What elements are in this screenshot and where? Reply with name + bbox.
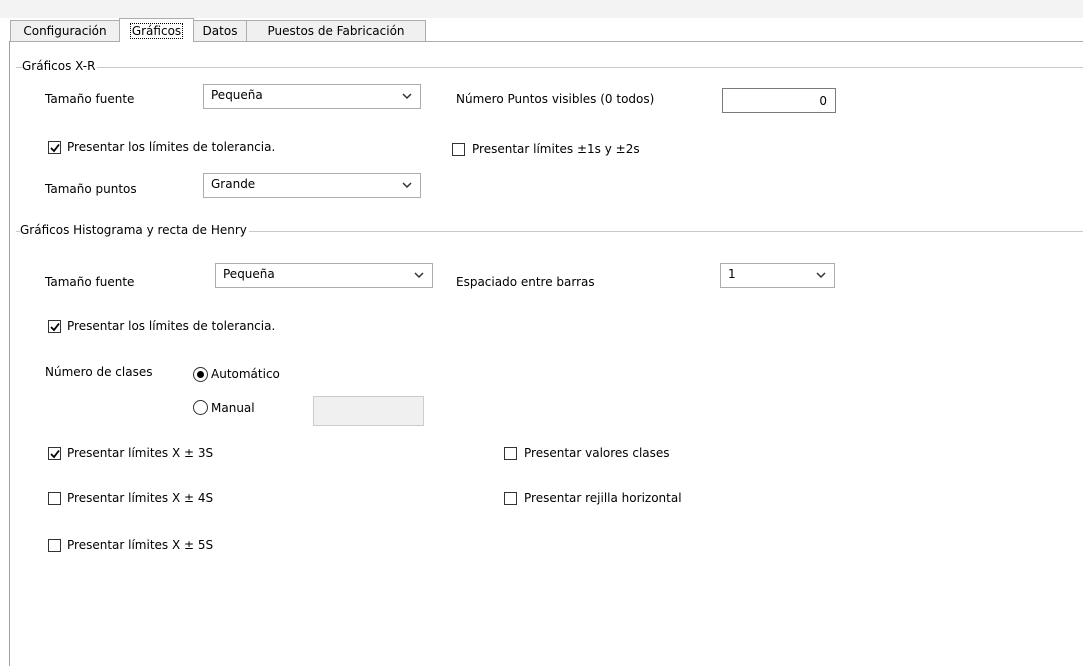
tab-label: Configuración (23, 24, 107, 38)
tab-datos[interactable]: Datos (193, 20, 247, 41)
hist-class-values-label[interactable]: Presentar valores clases (524, 446, 670, 460)
dropdown-value: Grande (211, 177, 256, 191)
hist-classes-auto-label[interactable]: Automático (211, 367, 280, 381)
xr-point-size-label: Tamaño puntos (45, 182, 137, 196)
hist-classes-label: Número de clases (45, 365, 153, 379)
dropdown-value: Pequeña (211, 88, 263, 102)
hist-limits-4s-label[interactable]: Presentar límites X ± 4S (67, 491, 213, 505)
hist-font-size-label: Tamaño fuente (45, 275, 135, 289)
chevron-down-icon (816, 272, 826, 279)
hist-class-values-checkbox[interactable] (504, 447, 517, 460)
hist-show-tolerance-label[interactable]: Presentar los límites de tolerancia. (67, 319, 275, 333)
check-icon (50, 143, 60, 153)
xr-show-1s2s-label[interactable]: Presentar límites ±1s y ±2s (472, 142, 640, 156)
hist-classes-auto-radio[interactable] (193, 367, 208, 382)
hist-classes-manual-input[interactable] (313, 396, 424, 426)
xr-show-tolerance-label[interactable]: Presentar los límites de tolerancia. (67, 140, 275, 154)
hist-limits-5s-checkbox[interactable] (48, 539, 61, 552)
window-top-strip (0, 0, 1083, 18)
tab-label: Gráficos (129, 23, 184, 39)
hist-bar-spacing-dropdown[interactable]: 1 (720, 263, 835, 288)
hist-limits-3s-label[interactable]: Presentar límites X ± 3S (67, 446, 213, 460)
xr-point-size-dropdown[interactable]: Grande (203, 173, 421, 198)
xr-show-tolerance-checkbox[interactable] (48, 141, 61, 154)
xr-visible-points-input[interactable]: 0 (722, 88, 836, 113)
hist-bar-spacing-label: Espaciado entre barras (456, 275, 595, 289)
check-icon (50, 449, 60, 459)
hist-limits-3s-checkbox[interactable] (48, 447, 61, 460)
tab-puestos-fabricacion[interactable]: Puestos de Fabricación (246, 20, 426, 41)
xr-visible-points-label: Número Puntos visibles (0 todos) (456, 92, 655, 106)
input-value: 0 (819, 94, 827, 108)
radio-selected-dot (197, 371, 204, 378)
check-icon (50, 322, 60, 332)
tab-label: Datos (202, 24, 238, 38)
hist-grid-checkbox[interactable] (504, 492, 517, 505)
chevron-down-icon (414, 272, 424, 279)
tab-label: Puestos de Fabricación (267, 24, 405, 38)
hist-font-size-dropdown[interactable]: Pequeña (215, 263, 433, 288)
xr-show-1s2s-checkbox[interactable] (452, 143, 465, 156)
panel-left-border (9, 41, 10, 666)
chevron-down-icon (402, 93, 412, 100)
hist-limits-4s-checkbox[interactable] (48, 492, 61, 505)
hist-classes-manual-radio[interactable] (193, 400, 208, 415)
dropdown-value: Pequeña (223, 267, 275, 281)
group-xr-title: Gráficos X-R (22, 59, 98, 73)
hist-classes-manual-label[interactable]: Manual (211, 401, 255, 415)
group-hist-title: Gráficos Histograma y recta de Henry (20, 223, 249, 237)
dropdown-value: 1 (728, 267, 736, 281)
chevron-down-icon (402, 182, 412, 189)
group-xr-border (16, 67, 1083, 68)
tab-graficos[interactable]: Gráficos (119, 18, 194, 42)
tab-configuracion[interactable]: Configuración (10, 20, 120, 41)
xr-font-size-dropdown[interactable]: Pequeña (203, 84, 421, 109)
hist-grid-label[interactable]: Presentar rejilla horizontal (524, 491, 682, 505)
hist-limits-5s-label[interactable]: Presentar límites X ± 5S (67, 538, 213, 552)
xr-font-size-label: Tamaño fuente (45, 92, 135, 106)
hist-show-tolerance-checkbox[interactable] (48, 320, 61, 333)
